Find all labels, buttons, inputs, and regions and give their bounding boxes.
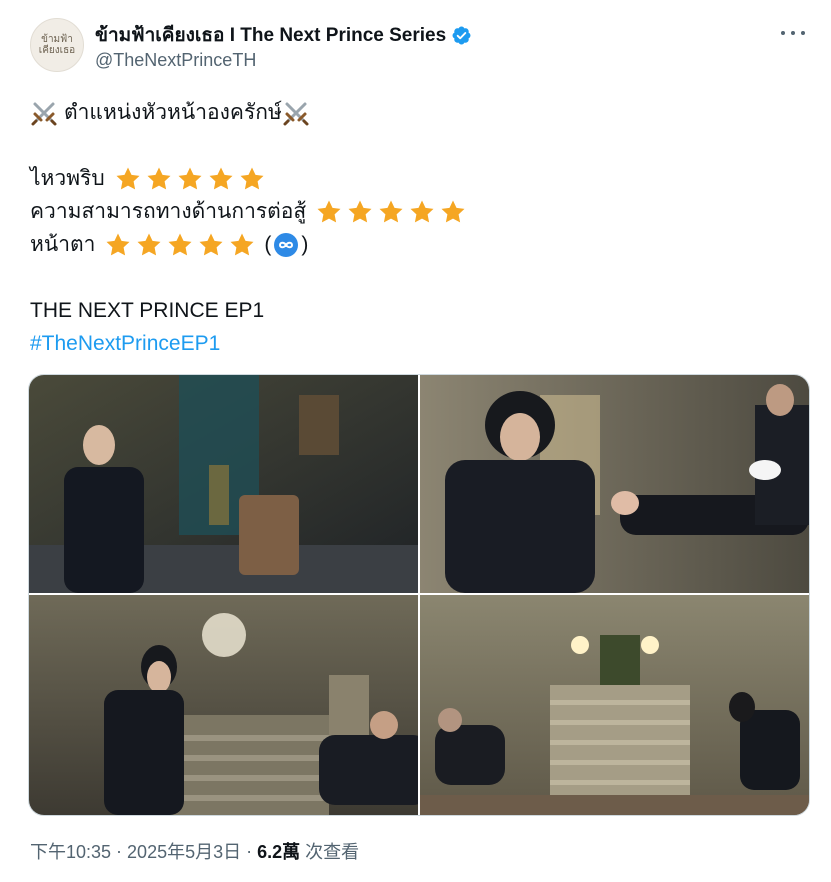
meta-separator: · [116,840,123,861]
author-handle[interactable]: @TheNextPrinceTH [95,50,256,71]
star-icon [317,200,341,222]
avatar[interactable]: ข้ามฟ้า เคียงเธอ [30,18,84,72]
star-icon [230,233,254,255]
star-icon [147,167,171,189]
star-icon [209,167,233,189]
tweet-date[interactable]: 2025年5月3日 [127,838,241,864]
crossed-swords-icon [31,102,57,125]
tweet-meta: 下午10:35 · 2025年5月3日 · 6.2萬 次查看 [30,838,359,864]
star-rating [101,231,256,259]
photo-1[interactable] [29,375,418,593]
photo-2[interactable] [420,375,809,593]
title-text: ตำแหน่งหัวหน้าองครักษ์ [64,101,282,124]
rating-label: หน้าตา [30,233,96,256]
tweet-card: ข้ามฟ้า เคียงเธอ ข้ามฟ้าเคียงเธอ I The N… [0,0,831,882]
author-name-row: ข้ามฟ้าเคียงเธอ I The Next Prince Series [95,20,472,50]
hashtag-link[interactable]: #TheNextPrinceEP1 [30,327,800,360]
tweet-time[interactable]: 下午10:35 [30,838,111,864]
display-name[interactable]: ข้ามฟ้าเคียงเธอ I The Next Prince Series [95,20,446,50]
star-icon [441,200,465,222]
avatar-text-line2: เคียงเธอ [38,45,76,56]
star-icon [137,233,161,255]
star-rating [312,198,467,226]
star-icon [116,167,140,189]
star-icon [199,233,223,255]
rating-row: ไหวพริบ [30,162,800,195]
avatar-text-line1: ข้ามฟ้า [41,34,73,45]
more-options-icon[interactable] [781,24,805,42]
rating-label: ไหวพริบ [30,167,105,190]
rating-row: หน้าตา ( ) [30,228,800,261]
views-label: 次查看 [305,842,360,862]
star-icon [106,233,130,255]
star-icon [410,200,434,222]
paren-open: ( [264,233,272,256]
infinity-suffix: ( ) [264,228,308,261]
paren-close: ) [301,233,309,256]
infinity-icon [274,232,299,257]
star-icon [348,200,372,222]
star-icon [379,200,403,222]
title-line: ตำแหน่งหัวหน้าองครักษ์ [30,96,800,129]
crossed-swords-icon [283,102,309,125]
meta-separator: · [246,840,253,861]
verified-badge-icon [452,26,471,44]
star-icon [178,167,202,189]
episode-line: THE NEXT PRINCE EP1 [30,299,265,322]
media-grid [28,374,810,816]
photo-3[interactable] [29,595,418,815]
star-rating [111,165,266,193]
views-count[interactable]: 6.2萬 [257,838,300,864]
photo-4[interactable] [420,595,809,815]
rating-row: ความสามารถทางด้านการต่อสู้ [30,195,800,228]
tweet-text: ตำแหน่งหัวหน้าองครักษ์ ไหวพริบ ความสามาร… [30,96,800,360]
star-icon [240,167,264,189]
rating-label: ความสามารถทางด้านการต่อสู้ [30,200,307,223]
star-icon [168,233,192,255]
